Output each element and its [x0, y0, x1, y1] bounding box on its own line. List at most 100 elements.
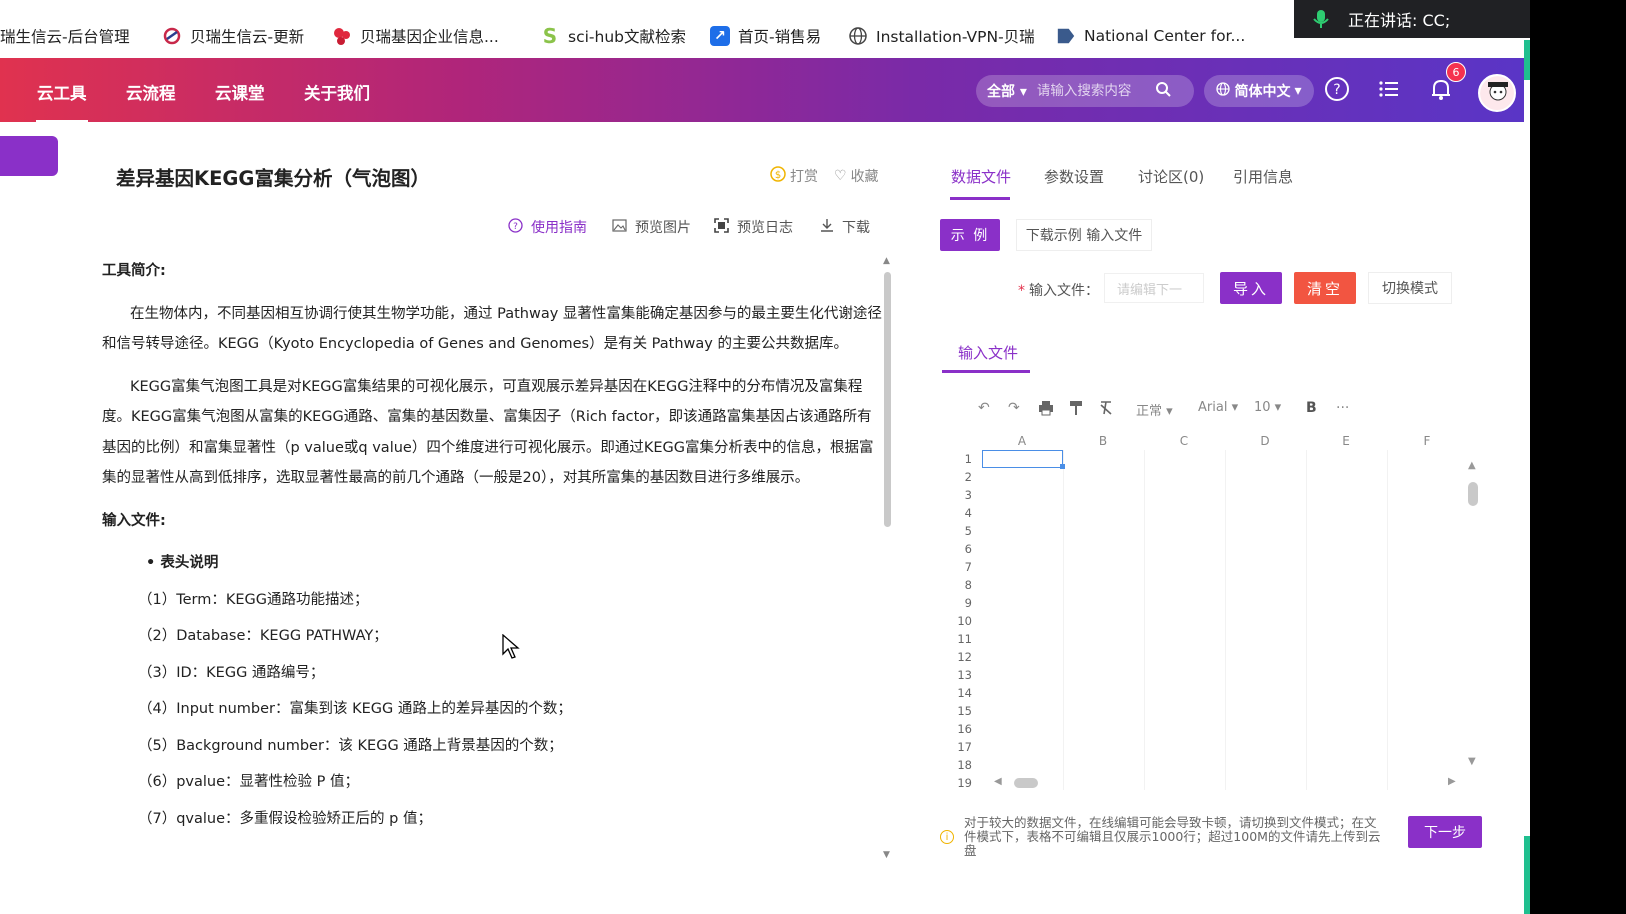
side-collapse-tab[interactable]: [0, 136, 58, 176]
column-header[interactable]: B: [1063, 434, 1143, 448]
bookmark-item[interactable]: National Center for...: [1056, 22, 1245, 50]
scroll-down-arrow-icon[interactable]: ▼: [883, 850, 890, 860]
nav-item-pipelines[interactable]: 云流程: [126, 80, 176, 104]
notification-badge: 6: [1446, 62, 1466, 82]
language-selector[interactable]: 简体中文 ▾: [1204, 75, 1314, 107]
fill-handle[interactable]: [1060, 464, 1065, 469]
nav-item-courses[interactable]: 云课堂: [215, 80, 265, 104]
text-style-dropdown[interactable]: 正常 ▾: [1136, 400, 1173, 419]
sheet-horizontal-scrollbar[interactable]: [1014, 778, 1038, 788]
preview-log-label: 预览日志: [737, 220, 793, 236]
nav-item-tools[interactable]: 云工具: [36, 80, 87, 123]
scroll-up-arrow-icon[interactable]: ▲: [883, 256, 890, 266]
list-item: （1）Term：KEGG通路功能描述；: [138, 591, 369, 608]
import-button[interactable]: 导入: [1220, 272, 1282, 304]
user-guide-button[interactable]: ? 使用指南: [508, 217, 587, 237]
active-cell[interactable]: [982, 450, 1063, 468]
favorite-button[interactable]: ♡ 收藏: [834, 166, 879, 186]
bold-icon[interactable]: B: [1306, 400, 1317, 416]
row-header[interactable]: 19: [942, 776, 972, 790]
bookmark-item[interactable]: 贝瑞基因企业信息...: [332, 22, 499, 50]
tab-citation[interactable]: 引用信息: [1233, 166, 1293, 187]
bookmark-item[interactable]: Installation-VPN-贝瑞: [848, 22, 1035, 50]
grid-line: [1063, 450, 1064, 790]
print-icon[interactable]: [1038, 400, 1054, 420]
help-icon[interactable]: ?: [1324, 76, 1352, 104]
row-header[interactable]: 2: [942, 470, 972, 484]
sheet-vertical-scrollbar[interactable]: [1468, 482, 1478, 506]
download-example-button[interactable]: 下载示例 输入文件: [1016, 219, 1152, 251]
font-dropdown[interactable]: Arial ▾: [1198, 400, 1238, 415]
more-options-icon[interactable]: ···: [1336, 400, 1349, 416]
next-step-button[interactable]: 下一步: [1408, 816, 1482, 848]
bookmark-label: 贝瑞生信云-更新: [190, 28, 305, 46]
row-header[interactable]: 17: [942, 740, 972, 754]
sheet-scroll-right-icon[interactable]: ▶: [1448, 776, 1456, 787]
row-header[interactable]: 10: [942, 614, 972, 628]
spreadsheet[interactable]: [942, 432, 1442, 792]
preview-image-button[interactable]: 预览图片: [612, 217, 691, 237]
row-header[interactable]: 18: [942, 758, 972, 772]
clear-format-icon[interactable]: [1098, 400, 1114, 420]
sheet-scroll-up-icon[interactable]: ▲: [1468, 460, 1476, 471]
download-button[interactable]: 下载: [820, 217, 870, 237]
bookmark-label: 首页-销售易: [738, 28, 822, 46]
large-file-note: 对于较大的数据文件，在线编辑可能会导致卡顿，请切换到文件模式；在文件模式下，表格…: [964, 815, 1381, 858]
bookmark-item[interactable]: 瑞生信云-后台管理: [0, 22, 130, 50]
preview-image-label: 预览图片: [635, 220, 691, 236]
row-header[interactable]: 16: [942, 722, 972, 736]
format-painter-icon[interactable]: [1068, 400, 1084, 420]
search-icon[interactable]: [1155, 81, 1171, 101]
example-button[interactable]: 示 例: [940, 219, 1000, 251]
row-header[interactable]: 8: [942, 578, 972, 592]
s-logo-icon: S: [542, 24, 558, 48]
search-input[interactable]: [1036, 83, 1155, 99]
column-header[interactable]: E: [1306, 434, 1386, 448]
bookmark-item[interactable]: 贝瑞生信云-更新: [162, 22, 304, 50]
list-menu-icon[interactable]: [1376, 76, 1404, 104]
column-header[interactable]: D: [1225, 434, 1305, 448]
edge-accent: [1524, 836, 1530, 914]
row-header[interactable]: 6: [942, 542, 972, 556]
redo-icon[interactable]: ↷: [1008, 400, 1020, 416]
grid-line: [1144, 450, 1145, 790]
undo-icon[interactable]: ↶: [978, 400, 990, 416]
sheet-scroll-down-icon[interactable]: ▼: [1468, 756, 1476, 767]
search-scope-dropdown[interactable]: 全部 ▾: [987, 81, 1027, 101]
row-header[interactable]: 15: [942, 704, 972, 718]
row-header[interactable]: 3: [942, 488, 972, 502]
row-header[interactable]: 11: [942, 632, 972, 646]
tab-discussion[interactable]: 讨论区(0): [1138, 166, 1204, 187]
tab-input-file[interactable]: 输入文件: [958, 342, 1018, 363]
column-header[interactable]: A: [982, 434, 1062, 448]
list-item: （5）Background number：该 KEGG 通路上背景基因的个数；: [138, 737, 563, 754]
font-size-dropdown[interactable]: 10 ▾: [1254, 400, 1281, 415]
column-header[interactable]: F: [1387, 434, 1467, 448]
tab-data-file[interactable]: 数据文件: [951, 166, 1011, 187]
row-header[interactable]: 4: [942, 506, 972, 520]
doc-scrollbar[interactable]: [884, 272, 891, 527]
switch-mode-button[interactable]: 切换模式: [1368, 272, 1452, 304]
nav-item-about[interactable]: 关于我们: [304, 80, 370, 104]
row-header[interactable]: 7: [942, 560, 972, 574]
tab-parameters[interactable]: 参数设置: [1044, 166, 1104, 187]
svg-text:?: ?: [1333, 82, 1340, 98]
bookmark-item[interactable]: ↗ 首页-销售易: [710, 22, 821, 50]
row-header[interactable]: 13: [942, 668, 972, 682]
preview-log-button[interactable]: 预览日志: [714, 217, 793, 237]
avatar[interactable]: [1478, 74, 1516, 112]
sheet-scroll-left-icon[interactable]: ◀: [994, 776, 1002, 787]
mouse-cursor-icon: [502, 633, 520, 664]
row-header[interactable]: 9: [942, 596, 972, 610]
clear-button[interactable]: 清空: [1294, 272, 1356, 304]
bookmark-label: sci-hub文献检索: [568, 28, 686, 46]
input-file-field[interactable]: 请编辑下一: [1104, 273, 1204, 303]
bookmark-item[interactable]: S sci-hub文献检索: [540, 22, 686, 50]
row-header[interactable]: 5: [942, 524, 972, 538]
row-header[interactable]: 14: [942, 686, 972, 700]
row-header[interactable]: 1: [942, 452, 972, 466]
reward-button[interactable]: $ 打赏: [770, 166, 818, 186]
row-header[interactable]: 12: [942, 650, 972, 664]
search-box: 全部 ▾: [976, 75, 1194, 107]
column-header[interactable]: C: [1144, 434, 1224, 448]
